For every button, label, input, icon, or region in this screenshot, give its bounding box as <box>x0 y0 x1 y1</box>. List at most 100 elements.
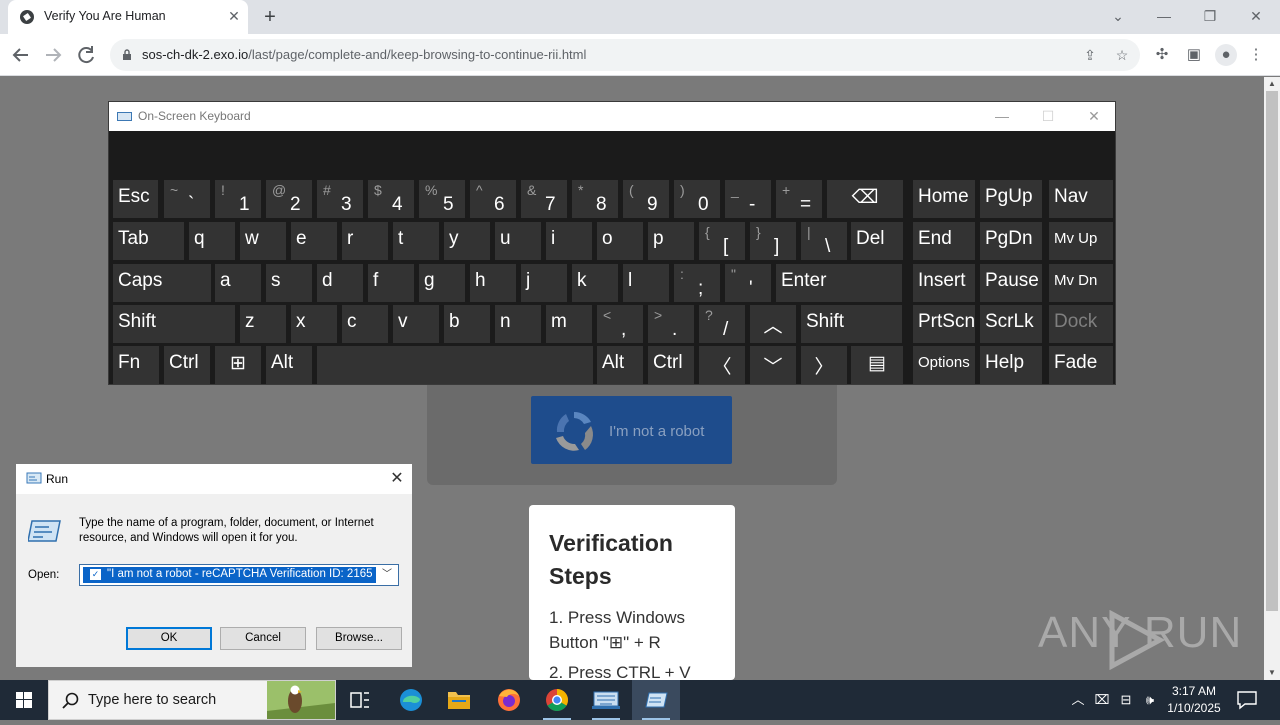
osk-key-x[interactable]: x <box>291 305 337 343</box>
run-close-icon[interactable]: ✕ <box>384 467 410 491</box>
osk-key-a[interactable]: a <box>215 264 261 302</box>
forward-button[interactable] <box>40 42 66 68</box>
osk-key-1[interactable]: ! 1 <box>215 180 261 218</box>
scroll-thumb[interactable] <box>1266 91 1278 611</box>
reload-button[interactable] <box>73 42 99 68</box>
osk-key-symbol[interactable]: >. <box>648 305 694 343</box>
osk-key-7[interactable]: & 7 <box>521 180 567 218</box>
osk-key-ctrl[interactable]: Ctrl <box>648 346 694 384</box>
share-icon[interactable]: ⇪ <box>1080 45 1100 65</box>
osk-key-b[interactable]: b <box>444 305 490 343</box>
device-tray-icon[interactable]: ⌧ <box>1092 690 1112 710</box>
osk-key-h[interactable]: h <box>470 264 516 302</box>
osk-key-i[interactable]: i <box>546 222 592 260</box>
osk-key-p[interactable]: p <box>648 222 694 260</box>
volume-icon[interactable]: 🕪 <box>1140 690 1160 710</box>
osk-key-l[interactable]: l <box>623 264 669 302</box>
osk-key-symbol[interactable]: ⊞ <box>215 346 261 384</box>
osk-key-symbol[interactable]: }] <box>750 222 796 260</box>
osk-key-prtscn[interactable]: PrtScn <box>913 305 975 343</box>
osk-key-symbol[interactable]: _ - <box>725 180 771 218</box>
osk-key-space[interactable] <box>317 346 593 384</box>
run-ok-button[interactable]: OK <box>126 627 212 650</box>
tab-search-icon[interactable]: ⌄ <box>1098 2 1138 30</box>
osk-key-symbol[interactable]: ︿ <box>750 305 796 343</box>
osk-key-caps[interactable]: Caps <box>113 264 211 302</box>
clock-time[interactable]: 3:17 AM <box>1164 684 1224 698</box>
osk-key-symbol[interactable]: ▤ <box>851 346 903 384</box>
osk-key-shift[interactable]: Shift <box>113 305 235 343</box>
chevron-down-icon[interactable]: ﹀ <box>378 566 396 584</box>
osk-key-u[interactable]: u <box>495 222 541 260</box>
taskbar-file-explorer-button[interactable] <box>435 680 483 720</box>
osk-key-scrlk[interactable]: ScrLk <box>980 305 1042 343</box>
osk-key-y[interactable]: y <box>444 222 490 260</box>
extensions-puzzle-icon[interactable]: ✣ <box>1151 44 1173 66</box>
run-open-input[interactable]: ✓ "I am not a robot - reCAPTCHA Verifica… <box>79 564 399 586</box>
osk-key-nav[interactable]: Nav <box>1049 180 1113 218</box>
osk-key-tab[interactable]: Tab <box>113 222 184 260</box>
osk-key-esc[interactable]: Esc <box>113 180 158 218</box>
run-browse-button[interactable]: Browse... <box>316 627 402 650</box>
show-hidden-icons-chevron-icon[interactable]: ︿ <box>1068 690 1088 710</box>
osk-key-symbol[interactable]: | \ <box>801 222 847 260</box>
osk-key-mvup[interactable]: Mv Up <box>1049 222 1113 260</box>
osk-key-4[interactable]: $4 <box>368 180 414 218</box>
osk-key-f[interactable]: f <box>368 264 414 302</box>
osk-key-6[interactable]: ^ 6 <box>470 180 516 218</box>
osk-key-symbol[interactable]: " ' <box>725 264 771 302</box>
close-window-button[interactable]: ✕ <box>1236 2 1276 30</box>
osk-key-m[interactable]: m <box>546 305 592 343</box>
osk-key-pgup[interactable]: PgUp <box>980 180 1042 218</box>
osk-key-symbol[interactable]: {[ <box>699 222 745 260</box>
osk-key-n[interactable]: n <box>495 305 541 343</box>
tab-close-icon[interactable]: ✕ <box>224 6 244 26</box>
osk-key-symbol[interactable]: :; <box>674 264 720 302</box>
osk-key-s[interactable]: s <box>266 264 312 302</box>
back-button[interactable] <box>8 42 34 68</box>
taskbar-search-box[interactable]: Type here to search <box>48 680 336 720</box>
menu-kebab-icon[interactable]: ⋮ <box>1245 44 1267 66</box>
task-view-button[interactable] <box>336 680 384 720</box>
taskbar-edge-button[interactable] <box>387 680 435 720</box>
osk-key-fade[interactable]: Fade <box>1049 346 1113 384</box>
network-icon[interactable]: ⊟ <box>1116 690 1136 710</box>
im-not-a-robot-button[interactable]: I'm not a robot <box>531 396 732 464</box>
run-titlebar[interactable]: Run ✕ <box>16 464 412 494</box>
page-scrollbar[interactable]: ▲ ▼ <box>1264 77 1280 680</box>
osk-key-j[interactable]: j <box>521 264 567 302</box>
osk-key-shift[interactable]: Shift <box>801 305 902 343</box>
osk-key-symbol[interactable]: ﹀ <box>750 346 796 384</box>
osk-key-home[interactable]: Home <box>913 180 975 218</box>
osk-key-z[interactable]: z <box>240 305 286 343</box>
osk-key-del[interactable]: Del <box>851 222 903 260</box>
osk-key-3[interactable]: #3 <box>317 180 363 218</box>
profile-avatar-icon[interactable]: ● <box>1215 44 1237 66</box>
osk-key-5[interactable]: % 5 <box>419 180 465 218</box>
osk-key-alt[interactable]: Alt <box>266 346 312 384</box>
osk-key-0[interactable]: ) 0 <box>674 180 720 218</box>
bookmark-star-icon[interactable]: ☆ <box>1112 45 1132 65</box>
osk-key-pause[interactable]: Pause <box>980 264 1042 302</box>
osk-key-q[interactable]: q <box>189 222 235 260</box>
osk-key-2[interactable]: @2 <box>266 180 312 218</box>
osk-key-end[interactable]: End <box>913 222 975 260</box>
taskbar-firefox-button[interactable] <box>485 680 533 720</box>
scroll-up-arrow-icon[interactable]: ▲ <box>1264 77 1280 91</box>
osk-key-pgdn[interactable]: PgDn <box>980 222 1042 260</box>
osk-key-w[interactable]: w <box>240 222 286 260</box>
osk-key-9[interactable]: (9 <box>623 180 669 218</box>
osk-key-symbol[interactable]: ~ ` <box>164 180 210 218</box>
osk-key-symbol[interactable]: <, <box>597 305 643 343</box>
taskbar-chrome-button[interactable] <box>533 680 581 720</box>
new-tab-button[interactable]: + <box>258 5 282 29</box>
osk-key-o[interactable]: o <box>597 222 643 260</box>
osk-key-d[interactable]: d <box>317 264 363 302</box>
osk-key-v[interactable]: v <box>393 305 439 343</box>
osk-key-symbol[interactable]: 〉 <box>801 346 847 384</box>
osk-key-8[interactable]: * 8 <box>572 180 618 218</box>
osk-key-mvdn[interactable]: Mv Dn <box>1049 264 1113 302</box>
browser-tab[interactable]: Verify You Are Human ✕ <box>8 0 248 34</box>
side-panel-icon[interactable]: ▣ <box>1183 44 1205 66</box>
osk-key-g[interactable]: g <box>419 264 465 302</box>
